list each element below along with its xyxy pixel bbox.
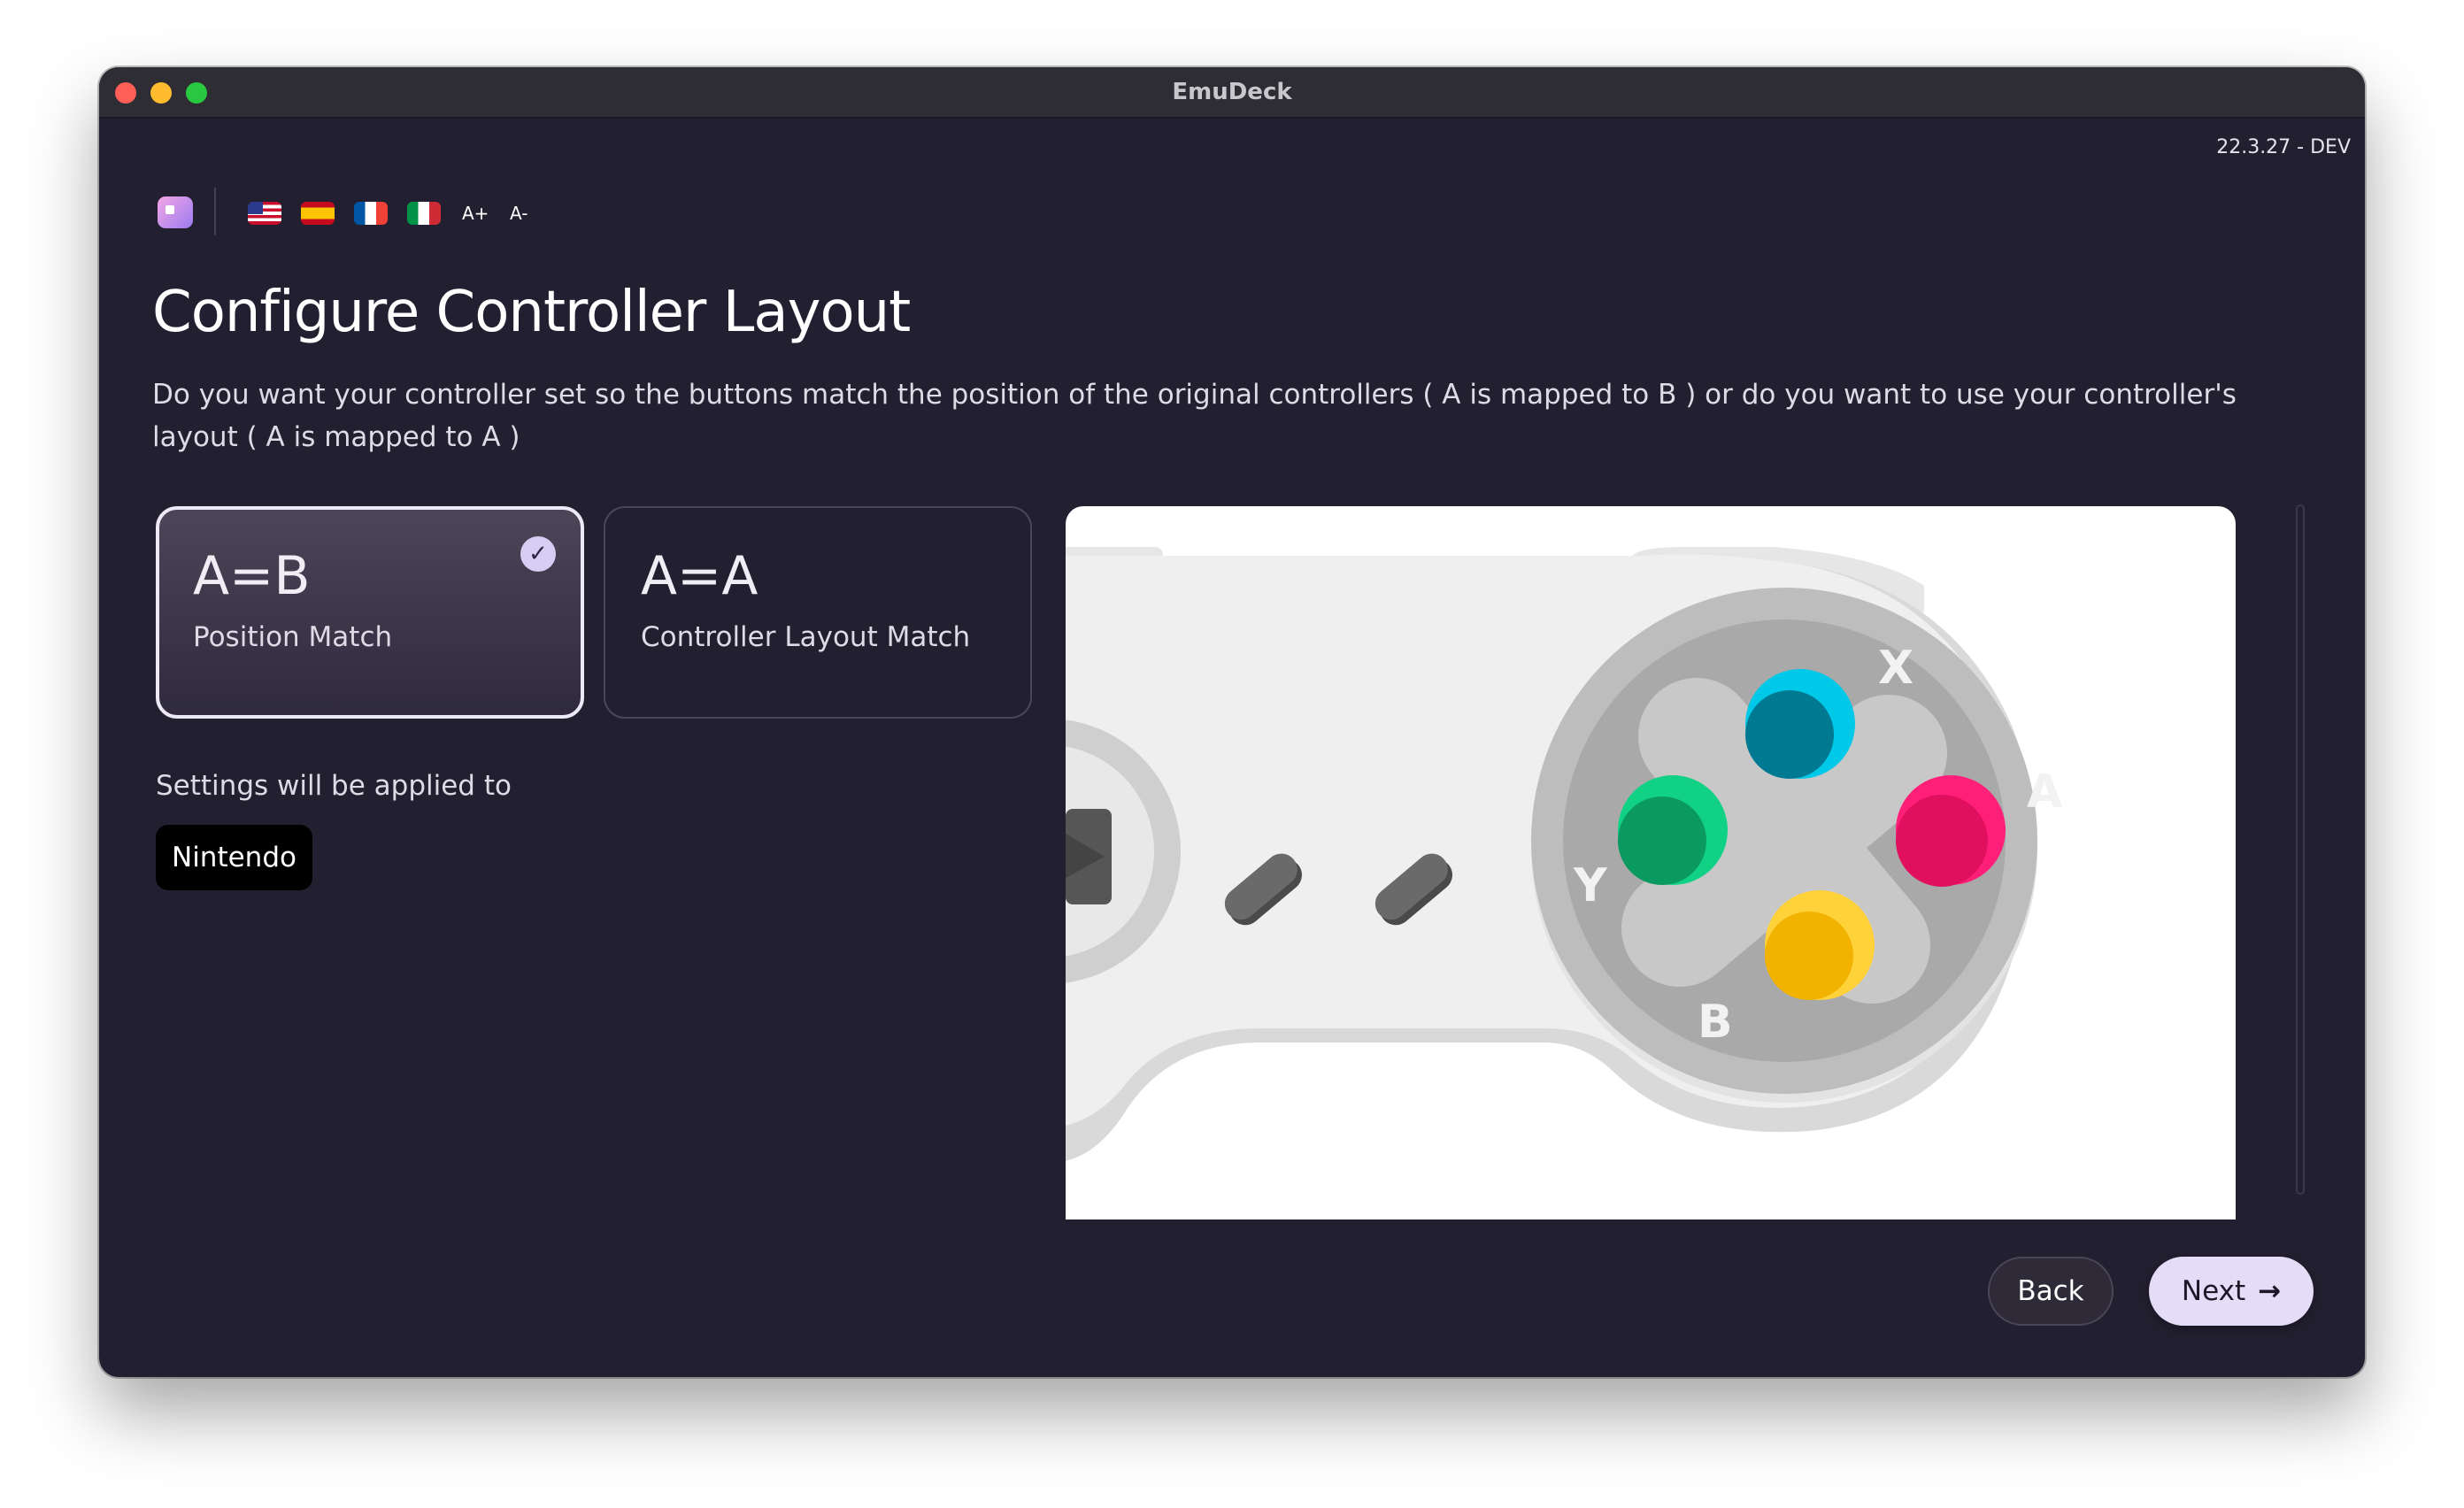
system-tag-nintendo: Nintendo [156, 825, 312, 890]
page-title: Configure Controller Layout [152, 280, 911, 345]
snes-controller-illustration: X A Y B [1066, 547, 2062, 1161]
arrow-right-icon: → [2258, 1275, 2282, 1307]
flag-es-icon[interactable] [301, 202, 335, 225]
scrollbar[interactable] [2296, 504, 2305, 1195]
option-position-match[interactable]: A=B Position Match ✓ [156, 506, 584, 719]
emudeck-logo-icon [158, 196, 193, 228]
next-button[interactable]: Next → [2149, 1257, 2314, 1326]
button-label-b: B [1698, 996, 1733, 1049]
page-description: Do you want your controller set so the b… [152, 379, 2237, 453]
back-button[interactable]: Back [1988, 1257, 2114, 1326]
version-label: 22.3.27 - DEV [2216, 136, 2351, 158]
controller-preview-image: X A Y B [1066, 506, 2236, 1219]
next-button-label: Next [2181, 1275, 2246, 1307]
option-controller-layout-match[interactable]: A=A Controller Layout Match [604, 506, 1032, 719]
option-subtitle: Controller Layout Match [641, 621, 971, 653]
app-window: EmuDeck 22.3.27 - DEV A+ A- Configure Co… [99, 67, 2365, 1377]
button-label-y: Y [1573, 859, 1608, 912]
option-title: A=B [193, 545, 311, 607]
flag-it-icon[interactable] [407, 202, 441, 225]
toolbar-divider [214, 188, 216, 235]
checkmark-icon: ✓ [520, 536, 556, 572]
flag-us-icon[interactable] [248, 202, 281, 225]
title-bar: EmuDeck [99, 67, 2365, 119]
option-title: A=A [641, 545, 758, 607]
flag-fr-icon[interactable] [354, 202, 388, 225]
option-subtitle: Position Match [193, 621, 393, 653]
applied-to-label: Settings will be applied to [156, 770, 512, 802]
font-decrease-button[interactable]: A- [510, 202, 527, 225]
button-label-x: X [1878, 642, 1913, 695]
font-increase-button[interactable]: A+ [462, 202, 489, 225]
window-title: EmuDeck [1172, 79, 1292, 105]
button-label-a: A [2027, 766, 2062, 819]
